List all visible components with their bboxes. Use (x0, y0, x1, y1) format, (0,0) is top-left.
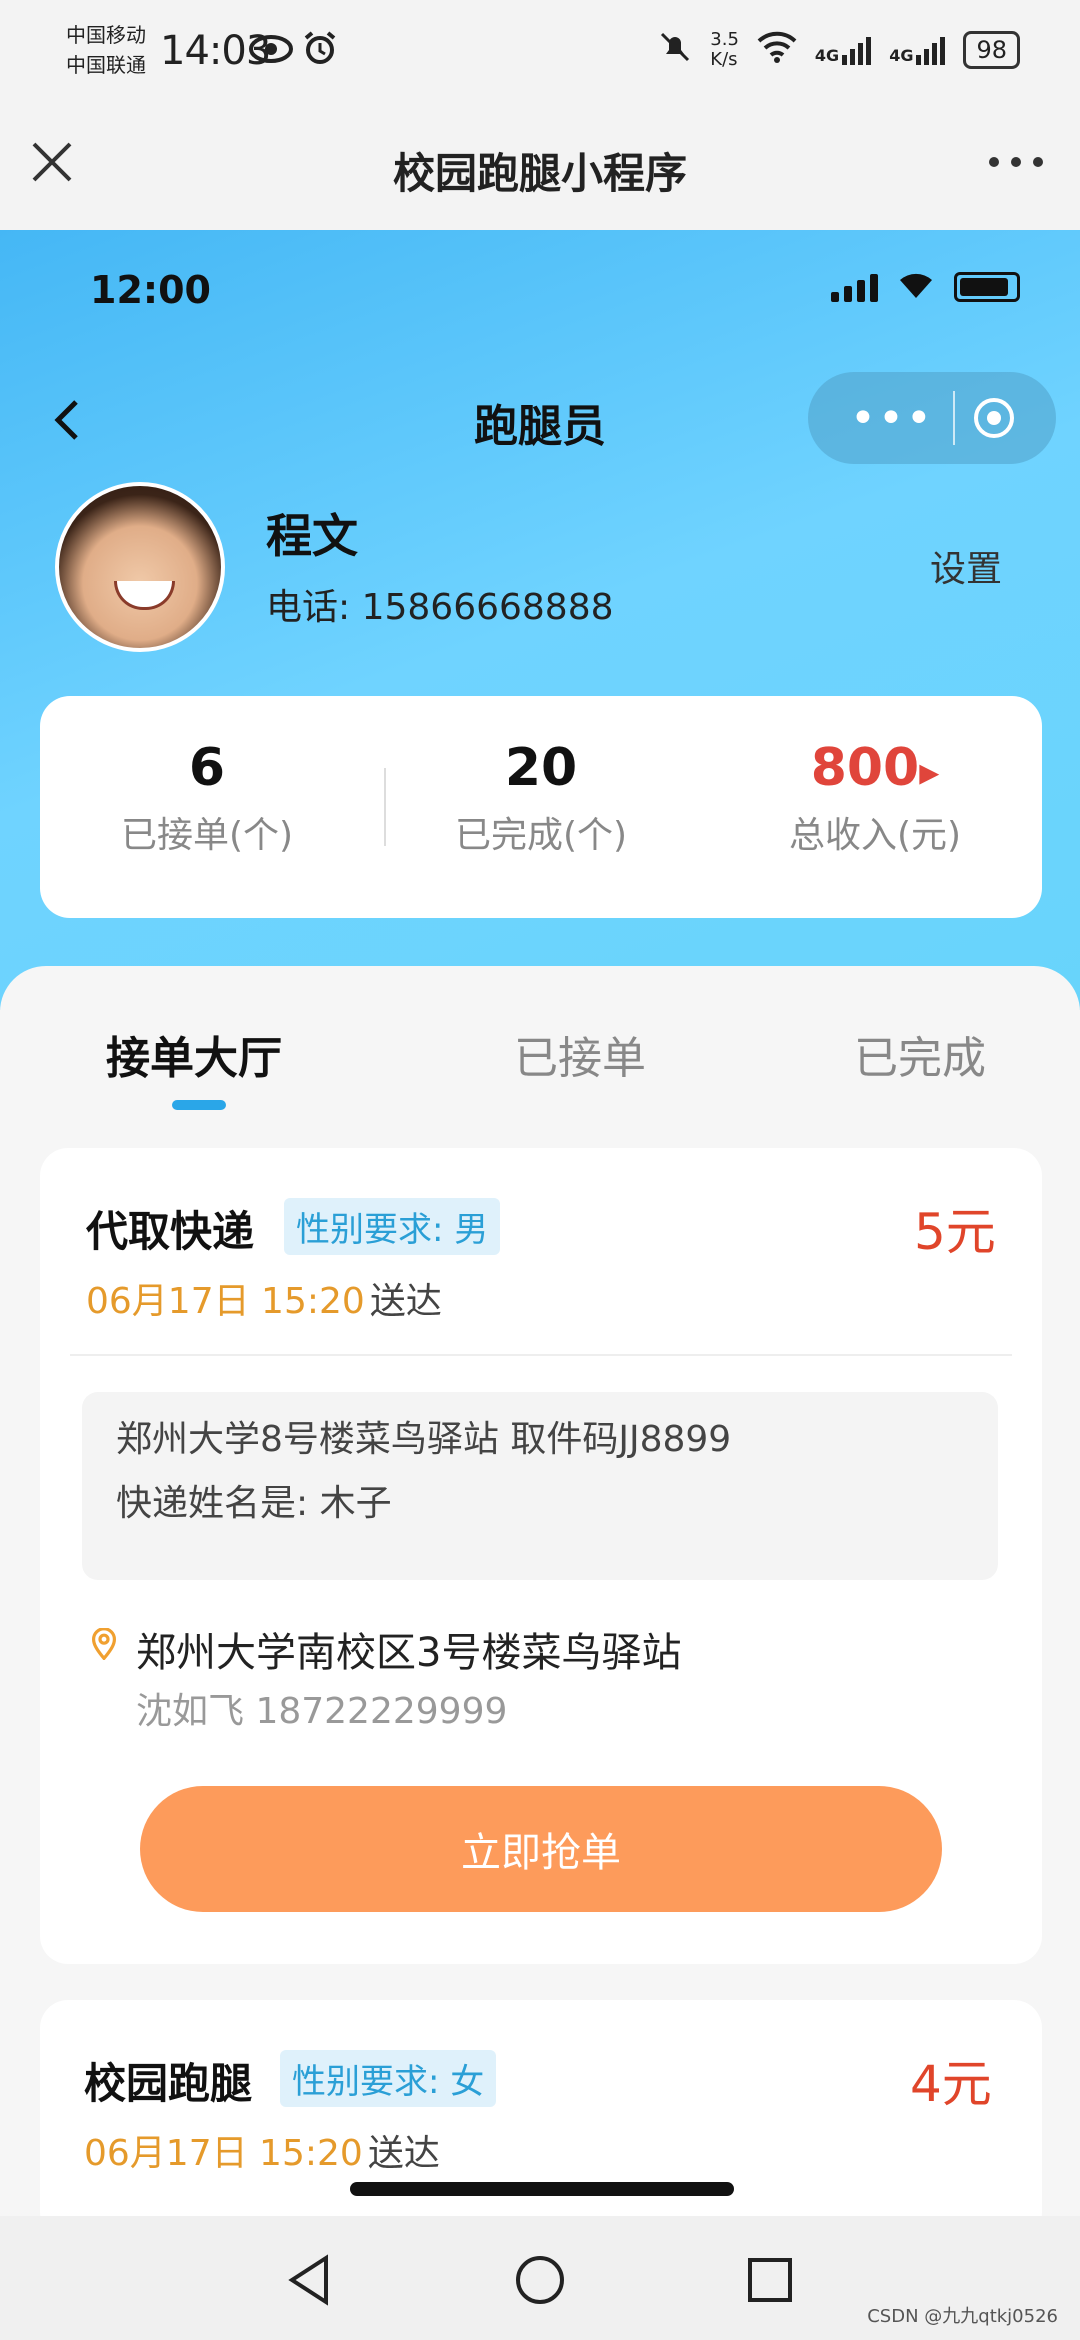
home-indicator[interactable] (350, 2182, 734, 2196)
capsule-close-icon[interactable] (973, 398, 1014, 438)
cell-signal-1: 4G (815, 35, 872, 65)
watermark: CSDN @九九qtkj0526 (867, 2306, 1058, 2327)
deadline-suffix: 送达 (369, 1281, 442, 1322)
capsule-more-icon[interactable]: ••• (850, 393, 934, 444)
mini-status-icons (831, 270, 1020, 304)
net-speed: 3.5 K/s (710, 29, 739, 70)
card-divider (70, 1354, 1012, 1356)
stat-income-label: 总收入(元) (788, 815, 962, 856)
active-tab-indicator (172, 1100, 226, 1110)
order-price: 5元 (914, 1203, 996, 1261)
stat-accepted-value: 6 (188, 738, 226, 798)
tab-order-hall[interactable]: 接单大厅 (106, 1022, 282, 1086)
wechat-title: 校园跑腿小程序 (392, 149, 687, 198)
grab-order-button[interactable]: 立即抢单 (140, 1786, 942, 1912)
order-detail-line-1: 郑州大学8号楼菜鸟驿站 取件码JJ8899 (116, 1419, 732, 1460)
stat-completed: 20 已完成(个) (374, 696, 708, 918)
capsule-divider (952, 391, 955, 445)
stat-income-value-row[interactable]: 800▸ (708, 738, 1042, 798)
deadline-time: 06月17日 15:20 (84, 2133, 363, 2174)
gender-requirement-tag: 性别要求: 男 (284, 1198, 501, 1255)
delivery-address: 郑州大学南校区3号楼菜鸟驿站 (136, 1630, 682, 1676)
avatar-smile (114, 581, 175, 610)
mini-status-time: 12:00 (90, 268, 211, 312)
location-pin-icon (88, 1627, 120, 1664)
system-status-right: 3.5 K/s 4G 4G 98 (658, 30, 1020, 70)
wifi-icon (898, 270, 934, 304)
order-detail-line-2: 快递姓名是: 木子 (116, 1483, 392, 1524)
mini-program-capsule: ••• (808, 372, 1056, 464)
wifi-icon (757, 31, 797, 69)
settings-link[interactable]: 设置 (930, 540, 1002, 592)
delivery-contact: 沈如飞 18722229999 (136, 1691, 508, 1732)
back-triangle-icon[interactable] (282, 2252, 338, 2308)
cell-signal-2: 4G (889, 35, 946, 65)
order-detail-box: 郑州大学8号楼菜鸟驿站 取件码JJ8899 快递姓名是: 木子 (82, 1392, 998, 1580)
carrier-2: 中国联通 (66, 53, 146, 77)
gender-requirement-tag: 性别要求: 女 (280, 2050, 497, 2107)
battery-icon (954, 272, 1020, 302)
order-deadline: 06月17日 15:20 送达 (86, 1272, 442, 1324)
order-deadline: 06月17日 15:20 送达 (84, 2124, 440, 2176)
tab-accepted[interactable]: 已接单 (514, 1022, 646, 1086)
order-title: 代取快递 (86, 1207, 255, 1256)
home-circle-icon[interactable] (512, 2252, 568, 2308)
stat-completed-value: 20 (504, 738, 578, 798)
stat-income-value: 800 (810, 738, 920, 798)
order-title: 校园跑腿 (84, 2059, 253, 2108)
signal-icon (831, 272, 878, 302)
stat-completed-label: 已完成(个) (454, 815, 628, 856)
more-menu-icon[interactable] (986, 150, 1046, 178)
deadline-time: 06月17日 15:20 (86, 1281, 365, 1322)
stat-accepted-label: 已接单(个) (120, 815, 294, 856)
tab-completed[interactable]: 已完成 (854, 1022, 986, 1086)
order-price: 4元 (910, 2055, 992, 2113)
alarm-icon (302, 30, 338, 70)
stat-accepted: 6 已接单(个) (40, 696, 374, 918)
battery-indicator: 98 (963, 31, 1020, 69)
user-name: 程文 (266, 509, 358, 563)
stat-income[interactable]: 800▸ 总收入(元) (708, 696, 1042, 918)
avatar (55, 482, 225, 652)
carrier-1: 中国移动 (66, 23, 146, 47)
chevron-right-icon: ▸ (919, 749, 940, 795)
stats-card: 6 已接单(个) 20 已完成(个) 800▸ 总收入(元) (40, 696, 1042, 918)
order-card (40, 2000, 1042, 2240)
carrier-info: 中国移动 中国联通 (66, 20, 146, 80)
eye-icon (248, 34, 294, 68)
deadline-suffix: 送达 (367, 2133, 440, 2174)
mute-bell-icon (658, 30, 692, 70)
recents-square-icon[interactable] (742, 2252, 798, 2308)
user-phone: 电话: 15866668888 (266, 587, 614, 628)
